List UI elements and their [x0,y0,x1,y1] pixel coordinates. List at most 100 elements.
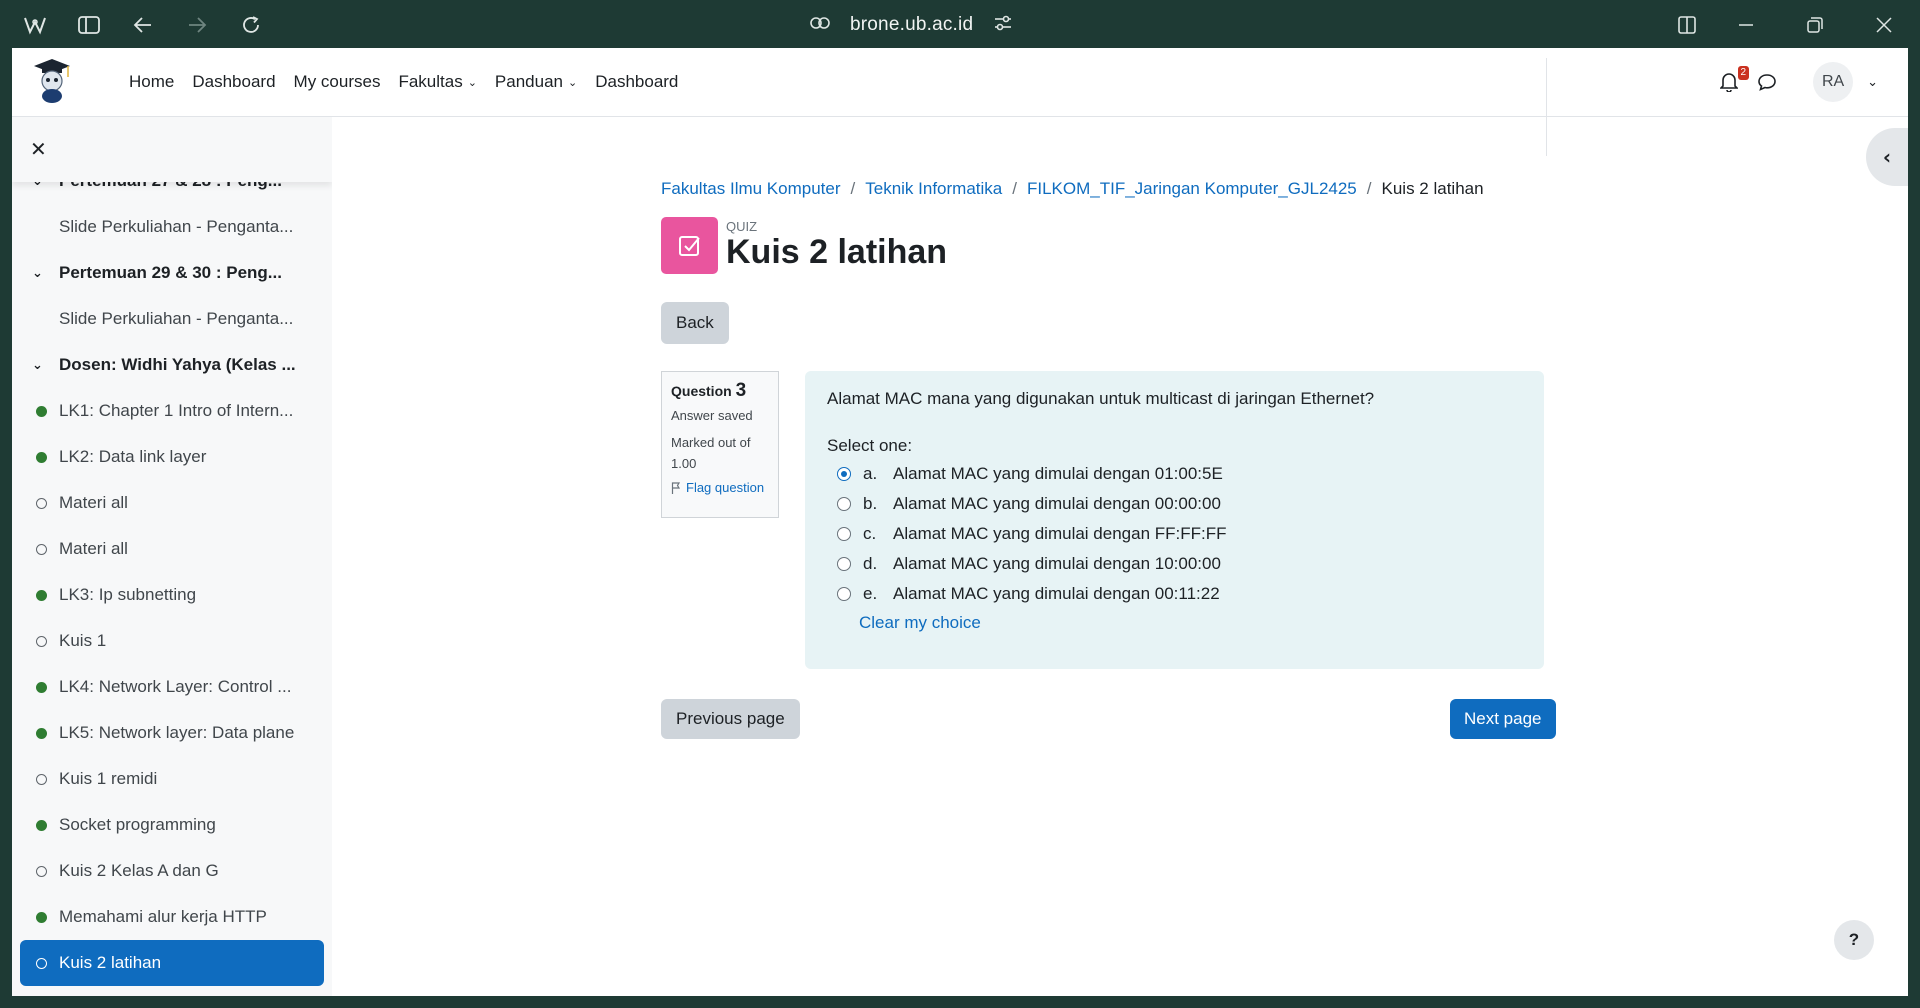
site-settings-icon[interactable] [993,14,1013,37]
breadcrumb-separator: / [850,179,856,198]
address-bar[interactable]: brone.ub.ac.id [810,12,1013,38]
completion-pending-icon [36,636,47,647]
answer-option[interactable]: b. Alamat MAC yang dimulai dengan 00:00:0… [827,489,1522,519]
completion-done-icon [36,590,47,601]
activity-label: LK2: Data link layer [59,447,207,466]
activity-label: Socket programming [59,815,216,834]
answer-letter: d. [863,554,878,573]
completion-pending-icon [36,544,47,555]
breadcrumb-link[interactable]: FILKOM_TIF_Jaringan Komputer_GJL2425 [1027,179,1357,199]
activity-item[interactable]: Materi all [12,526,332,572]
activity-item[interactable]: Materi all [12,480,332,526]
completion-done-icon [36,452,47,463]
activity-label: LK1: Chapter 1 Intro of Intern... [59,401,294,420]
activity-item[interactable]: Slide Perkuliahan - Penganta... [12,204,332,250]
clear-choice-link[interactable]: Clear my choice [859,613,1522,633]
activity-item-current[interactable]: Kuis 2 latihan [20,940,324,986]
answer-letter: e. [863,584,878,603]
radio-unselected[interactable] [837,527,851,541]
nav-home[interactable]: Home [120,72,183,92]
back-arrow-icon[interactable] [130,12,156,38]
question-state: Answer saved [671,408,753,423]
help-button[interactable]: ? [1834,920,1874,960]
activity-label: Memahami alur kerja HTTP [59,907,267,926]
activity-item[interactable]: Kuis 2 Kelas A dan G [12,848,332,894]
radio-unselected[interactable] [837,497,851,511]
restore-icon[interactable] [1802,12,1828,38]
radio-selected[interactable] [837,467,851,481]
answer-option[interactable]: e. Alamat MAC yang dimulai dengan 00:11:2… [827,579,1522,609]
section-item[interactable]: ⌄ Dosen: Widhi Yahya (Kelas ... [12,342,332,388]
browser-logo-icon[interactable] [22,12,48,38]
forward-arrow-icon[interactable] [184,12,210,38]
notifications-button[interactable]: 2 [1717,66,1750,94]
activity-label: LK5: Network layer: Data plane [59,723,295,742]
breadcrumb-separator: / [1012,179,1017,198]
quiz-icon [661,217,718,274]
chevron-down-icon[interactable]: ⌄ [32,358,43,373]
chevron-down-icon: ⌄ [568,75,578,89]
activity-item[interactable]: Kuis 1 [12,618,332,664]
activity-item[interactable]: Socket programming [12,802,332,848]
flag-question-link[interactable]: Flag question [671,480,769,495]
breadcrumb: Fakultas Ilmu Komputer / Teknik Informat… [661,179,1484,199]
close-window-icon[interactable] [1871,12,1897,38]
chevron-left-icon: ‹ [1882,145,1892,169]
activity-label: Kuis 1 [59,631,107,650]
breadcrumb-link[interactable]: Teknik Informatika [865,179,1002,199]
breadcrumb-current: Kuis 2 latihan [1381,179,1484,198]
activity-item[interactable]: Slide Perkuliahan - Penganta... [12,296,332,342]
activity-item[interactable]: Kuis 1 remidi [12,756,332,802]
previous-page-button[interactable]: Previous page [661,699,800,739]
answer-option[interactable]: a. Alamat MAC yang dimulai dengan 01:00:5… [827,459,1522,489]
activity-type-label: QUIZ [726,219,758,234]
nav-my-courses[interactable]: My courses [285,72,390,92]
url-text[interactable]: brone.ub.ac.id [850,14,973,36]
course-index-list: ⌄Pertemuan 27 & 28 : Peng... Slide Perku… [12,158,332,986]
question-label: Question [671,383,732,399]
chevron-down-icon[interactable]: ⌄ [32,266,43,281]
chat-bubble-icon [1758,74,1776,91]
answer-text: Alamat MAC yang dimulai dengan 00:11:22 [893,584,1220,603]
nav-panduan[interactable]: Panduan ⌄ [486,72,586,92]
messages-button[interactable] [1755,70,1779,94]
nav-fakultas[interactable]: Fakultas ⌄ [389,72,485,92]
close-icon[interactable]: ✕ [30,137,47,161]
next-page-button[interactable]: Next page [1450,699,1556,739]
radio-unselected[interactable] [837,557,851,571]
nav-dashboard-2[interactable]: Dashboard [586,72,687,92]
section-item[interactable]: ⌄ Pertemuan 29 & 30 : Peng... [12,250,332,296]
navbar-divider [1546,58,1547,156]
nav-dashboard[interactable]: Dashboard [183,72,284,92]
answer-option[interactable]: c. Alamat MAC yang dimulai dengan FF:FF:F… [827,519,1522,549]
radio-unselected[interactable] [837,587,851,601]
activity-label: Slide Perkuliahan - Penganta... [59,309,294,328]
split-view-icon[interactable] [1674,12,1700,38]
open-block-drawer-button[interactable]: ‹ [1866,128,1908,186]
answer-option[interactable]: d. Alamat MAC yang dimulai dengan 10:00:0… [827,549,1522,579]
chevron-down-icon[interactable]: ⌄ [1867,75,1878,90]
answer-letter: a. [863,464,878,483]
answer-letter: b. [863,494,878,513]
back-button[interactable]: Back [661,302,729,344]
activity-label: LK4: Network Layer: Control ... [59,677,292,696]
reload-icon[interactable] [238,12,264,38]
activity-item[interactable]: LK3: Ip subnetting [12,572,332,618]
page-title: Kuis 2 latihan [726,233,948,271]
sidebar-toggle-icon[interactable] [76,12,102,38]
user-avatar[interactable]: RA [1813,62,1854,102]
activity-label: Materi all [59,493,128,512]
completion-pending-icon [36,774,47,785]
activity-item[interactable]: Memahami alur kerja HTTP [12,894,332,940]
notification-count-badge: 2 [1737,66,1750,80]
activity-item[interactable]: LK1: Chapter 1 Intro of Intern... [12,388,332,434]
site-logo[interactable] [32,57,72,105]
breadcrumb-link[interactable]: Fakultas Ilmu Komputer [661,179,841,199]
activity-item[interactable]: LK5: Network layer: Data plane [12,710,332,756]
minimize-icon[interactable] [1733,12,1759,38]
bell-icon [1720,73,1739,92]
primary-navigation: Home Dashboard My courses Fakultas ⌄ Pand… [120,48,687,116]
activity-item[interactable]: LK4: Network Layer: Control ... [12,664,332,710]
activity-item[interactable]: LK2: Data link layer [12,434,332,480]
completion-done-icon [36,728,47,739]
